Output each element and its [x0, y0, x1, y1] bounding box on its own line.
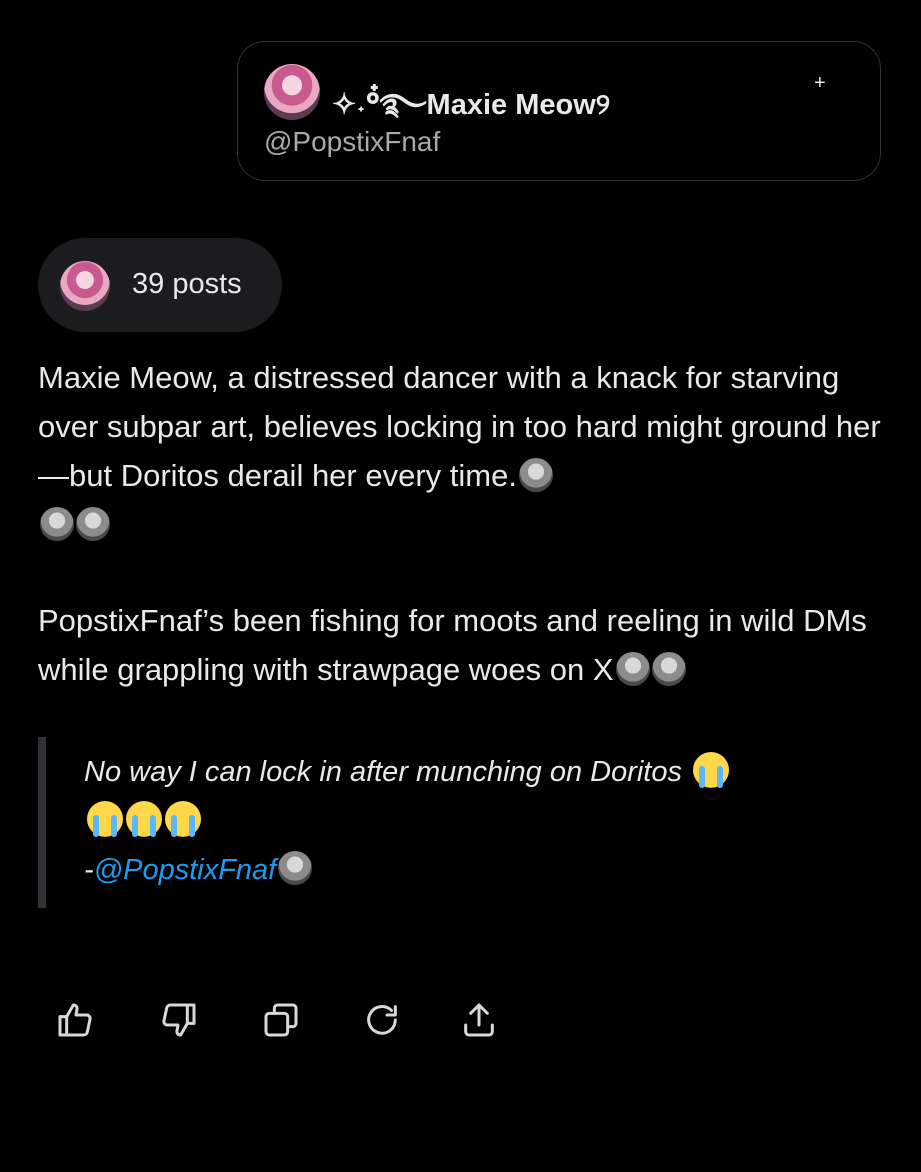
- grey-emoji-icon: [518, 458, 553, 492]
- posts-chip[interactable]: 39 posts: [38, 238, 282, 332]
- grey-emoji-icon: [40, 507, 74, 541]
- quote-link[interactable]: @PopstixFnaf: [94, 854, 277, 886]
- crying-emoji-icon: [126, 801, 162, 837]
- profile-card[interactable]: ✧˖°๋࿐Maxie Meow୨ @PopstixFnaf +: [237, 41, 881, 181]
- paragraph2-text: PopstixFnaf’s been fishing for moots and…: [38, 603, 867, 687]
- crying-emoji-icon: [165, 801, 201, 837]
- thumbs-down-icon[interactable]: [159, 1000, 199, 1040]
- handle: @PopstixFnaf: [264, 126, 441, 157]
- summary-paragraph-1: Maxie Meow, a distressed dancer with a k…: [38, 353, 888, 549]
- paragraph1-text: Maxie Meow, a distressed dancer with a k…: [38, 360, 881, 493]
- plus-icon[interactable]: +: [814, 72, 826, 95]
- quote-dash: -: [84, 854, 94, 886]
- grey-emoji-icon: [76, 507, 110, 541]
- crying-emoji-icon: [87, 801, 123, 837]
- chip-avatar: [60, 261, 110, 311]
- quote-block: No way I can lock in after munching on D…: [84, 748, 884, 895]
- crying-emoji-icon: [693, 752, 730, 788]
- copy-icon[interactable]: [261, 1000, 301, 1040]
- avatar[interactable]: [264, 64, 320, 120]
- refresh-icon[interactable]: [362, 1000, 402, 1040]
- quote-bar: [38, 737, 46, 908]
- grey-emoji-icon: [651, 652, 686, 686]
- posts-count-label: 39 posts: [132, 268, 242, 300]
- summary-paragraph-2: PopstixFnaf’s been fishing for moots and…: [38, 596, 888, 694]
- share-icon[interactable]: [459, 1000, 499, 1040]
- quote-text: No way I can lock in after munching on D…: [84, 756, 682, 788]
- thumbs-up-icon[interactable]: [55, 1000, 95, 1040]
- grey-emoji-icon: [278, 851, 313, 885]
- grey-emoji-icon: [615, 652, 650, 686]
